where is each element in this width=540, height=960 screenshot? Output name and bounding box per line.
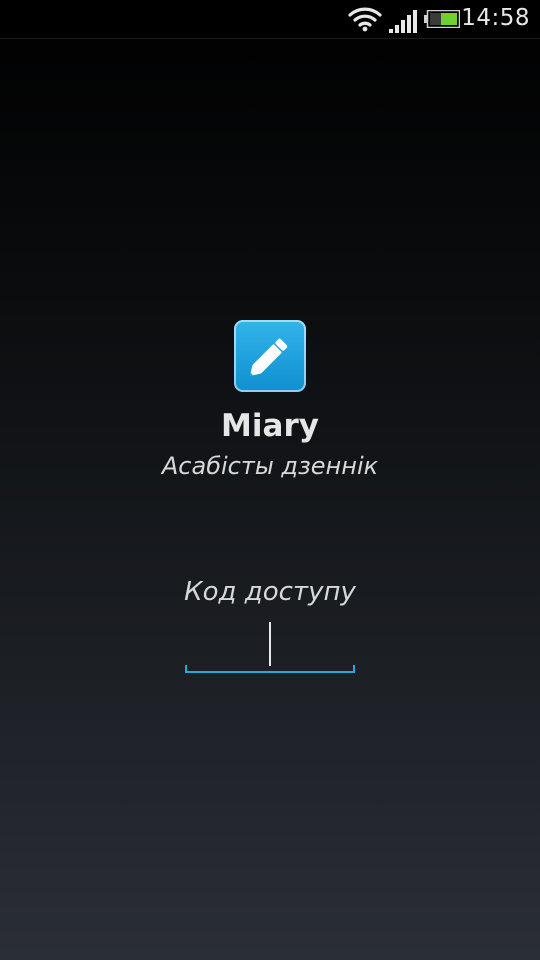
input-underline-right-tick bbox=[353, 665, 355, 673]
input-underline-left-tick bbox=[185, 665, 187, 673]
battery-icon bbox=[424, 10, 460, 28]
pencil-icon bbox=[250, 338, 288, 376]
status-bar: 14:58 bbox=[0, 0, 540, 39]
app-title: Miary bbox=[221, 408, 319, 444]
passcode-label: Код доступу bbox=[184, 577, 356, 607]
app-subtitle: Асабісты дзеннік bbox=[161, 452, 379, 480]
wifi-icon bbox=[348, 7, 382, 32]
input-underline bbox=[185, 671, 355, 673]
signal-icon bbox=[389, 10, 417, 33]
passcode-input[interactable] bbox=[185, 620, 355, 673]
unlock-screen: 14:58 Miary Асабісты дзеннік Код доступу bbox=[0, 0, 540, 960]
status-time: 14:58 bbox=[461, 5, 530, 31]
app-logo bbox=[234, 320, 306, 392]
text-cursor bbox=[269, 622, 271, 666]
